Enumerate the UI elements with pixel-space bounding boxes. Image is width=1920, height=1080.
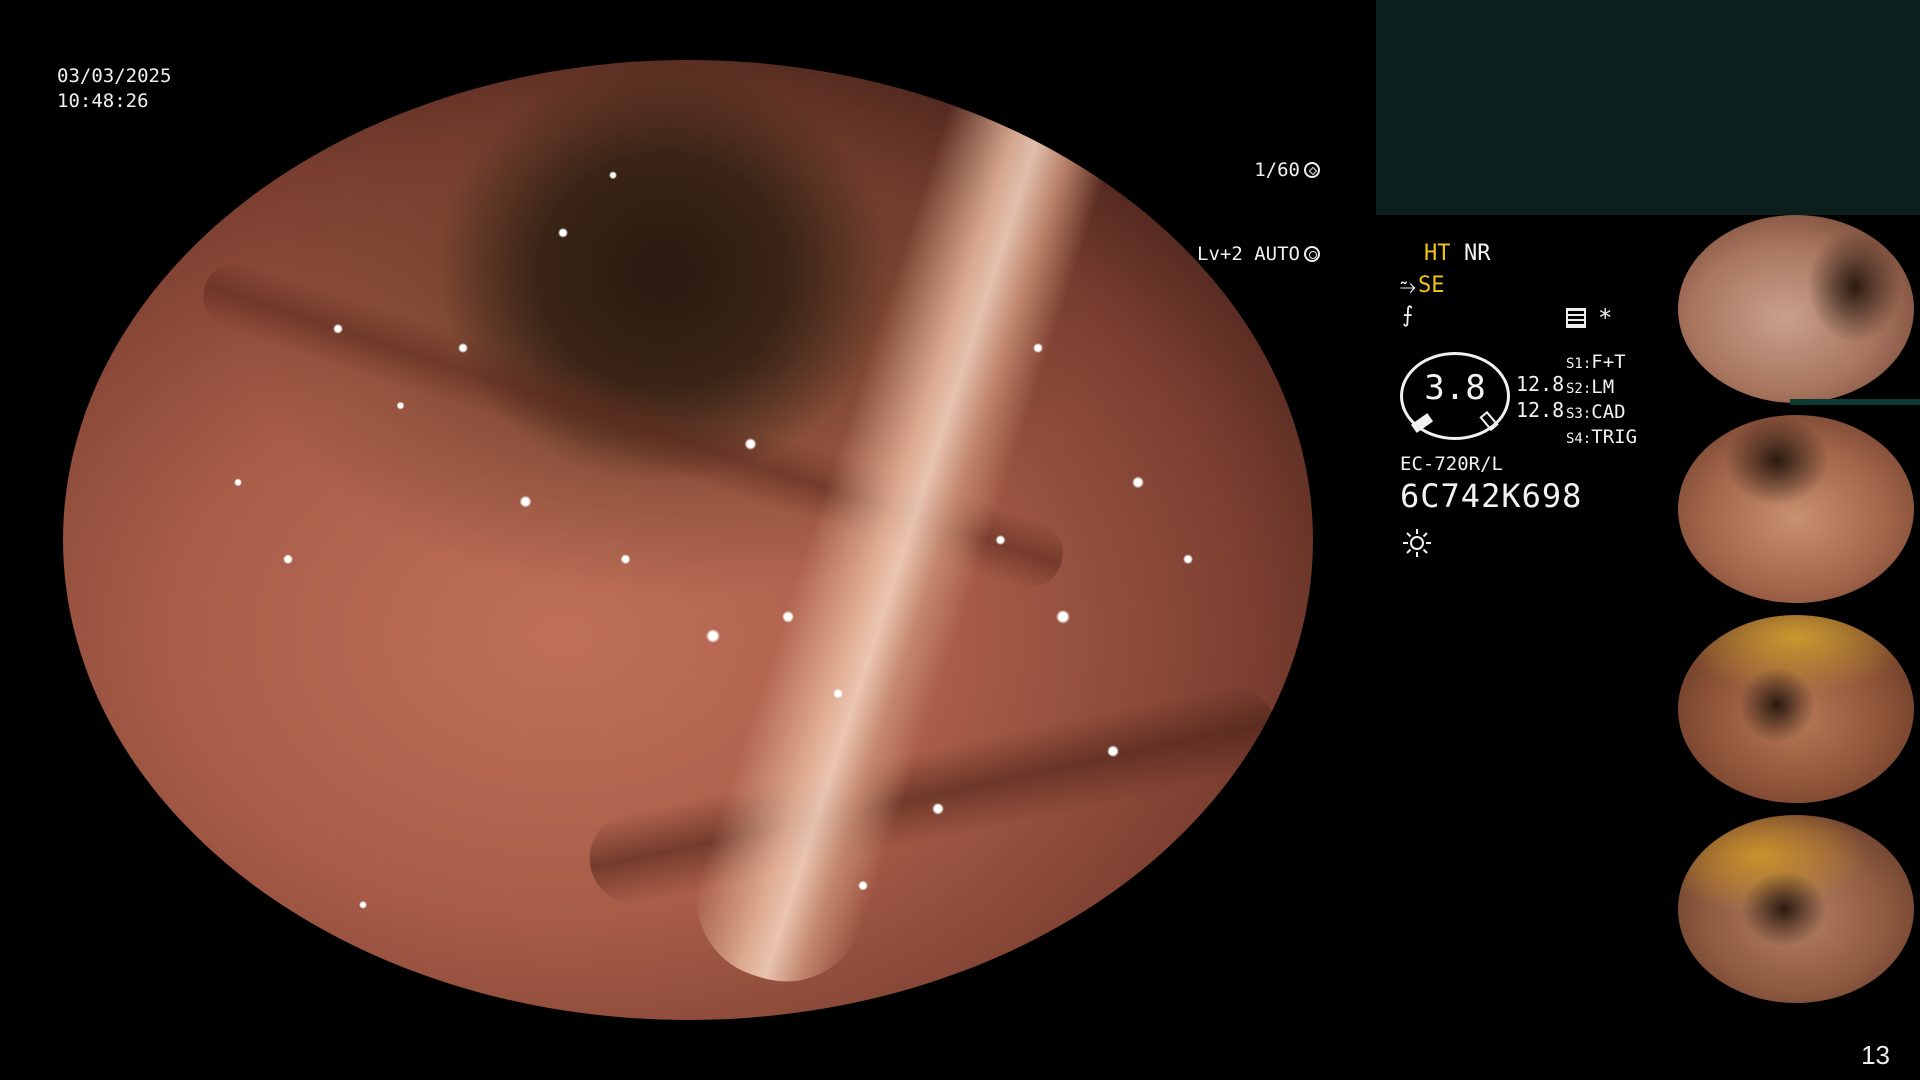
memory-grid-icon <box>1566 308 1586 328</box>
se-row: ⥲ SE <box>1400 272 1445 300</box>
datetime-overlay: 03/03/2025 10:48:26 <box>57 64 171 114</box>
shutter-row: 1/60 <box>1197 156 1320 184</box>
capture-thumbnail-4[interactable] <box>1670 815 1920 1005</box>
capture-thumbnail-1[interactable] <box>1670 215 1920 405</box>
thumbnail-image <box>1678 215 1914 403</box>
specular-highlights <box>63 60 1313 1020</box>
auto-iris-icon <box>1304 246 1320 262</box>
date-text: 03/03/2025 <box>57 65 172 87</box>
thumbnail-strip <box>1790 399 1920 405</box>
thumbnail-image <box>1678 615 1914 803</box>
capture-thumbnail-2[interactable] <box>1670 415 1920 605</box>
nr-indicator: NR <box>1464 241 1491 266</box>
exposure-overlay: 1/60 Lv+2 AUTO <box>1197 100 1320 296</box>
magnification-value: 3.8 <box>1424 368 1486 408</box>
capture-thumbnail-3[interactable] <box>1670 615 1920 805</box>
thumbnail-image <box>1678 415 1914 603</box>
scope-serial: 6C742K698 <box>1400 477 1583 515</box>
time-text: 10:48:26 <box>57 90 149 112</box>
page-number: 13 <box>1861 1040 1890 1070</box>
asterisk-mark: * <box>1598 304 1613 332</box>
scope-model: EC-720R/L <box>1400 453 1503 475</box>
shutter-text: 1/60 <box>1254 159 1300 181</box>
value-bottom: 12.8 <box>1516 398 1565 422</box>
freeze-icon: ⨍ <box>1402 303 1414 328</box>
level-row: Lv+2 AUTO <box>1197 240 1320 268</box>
endoscope-live-view <box>63 60 1313 1020</box>
ht-indicator: HT <box>1424 241 1451 266</box>
switch-row-s1: S1:F+T <box>1566 351 1626 373</box>
shutter-icon <box>1304 162 1320 178</box>
value-top: 12.8 <box>1516 372 1565 396</box>
switch-row-s2: S2:LM <box>1566 376 1615 398</box>
switch-row-s4: S4:TRIG <box>1566 426 1638 448</box>
thumbnail-image <box>1678 815 1914 1003</box>
switch-row-s3: S3:CAD <box>1566 401 1626 423</box>
level-mode-text: Lv+2 AUTO <box>1197 243 1300 265</box>
processor-info-panel: HT NR ⥲ SE ⨍ * 3.8 12.8 12.8 S1:F+T S2:L… <box>1390 240 1680 570</box>
se-indicator: SE <box>1418 273 1445 298</box>
top-right-panel <box>1376 0 1920 215</box>
light-source-icon <box>1403 529 1431 557</box>
structure-enhance-icon: ⥲ <box>1400 274 1416 298</box>
